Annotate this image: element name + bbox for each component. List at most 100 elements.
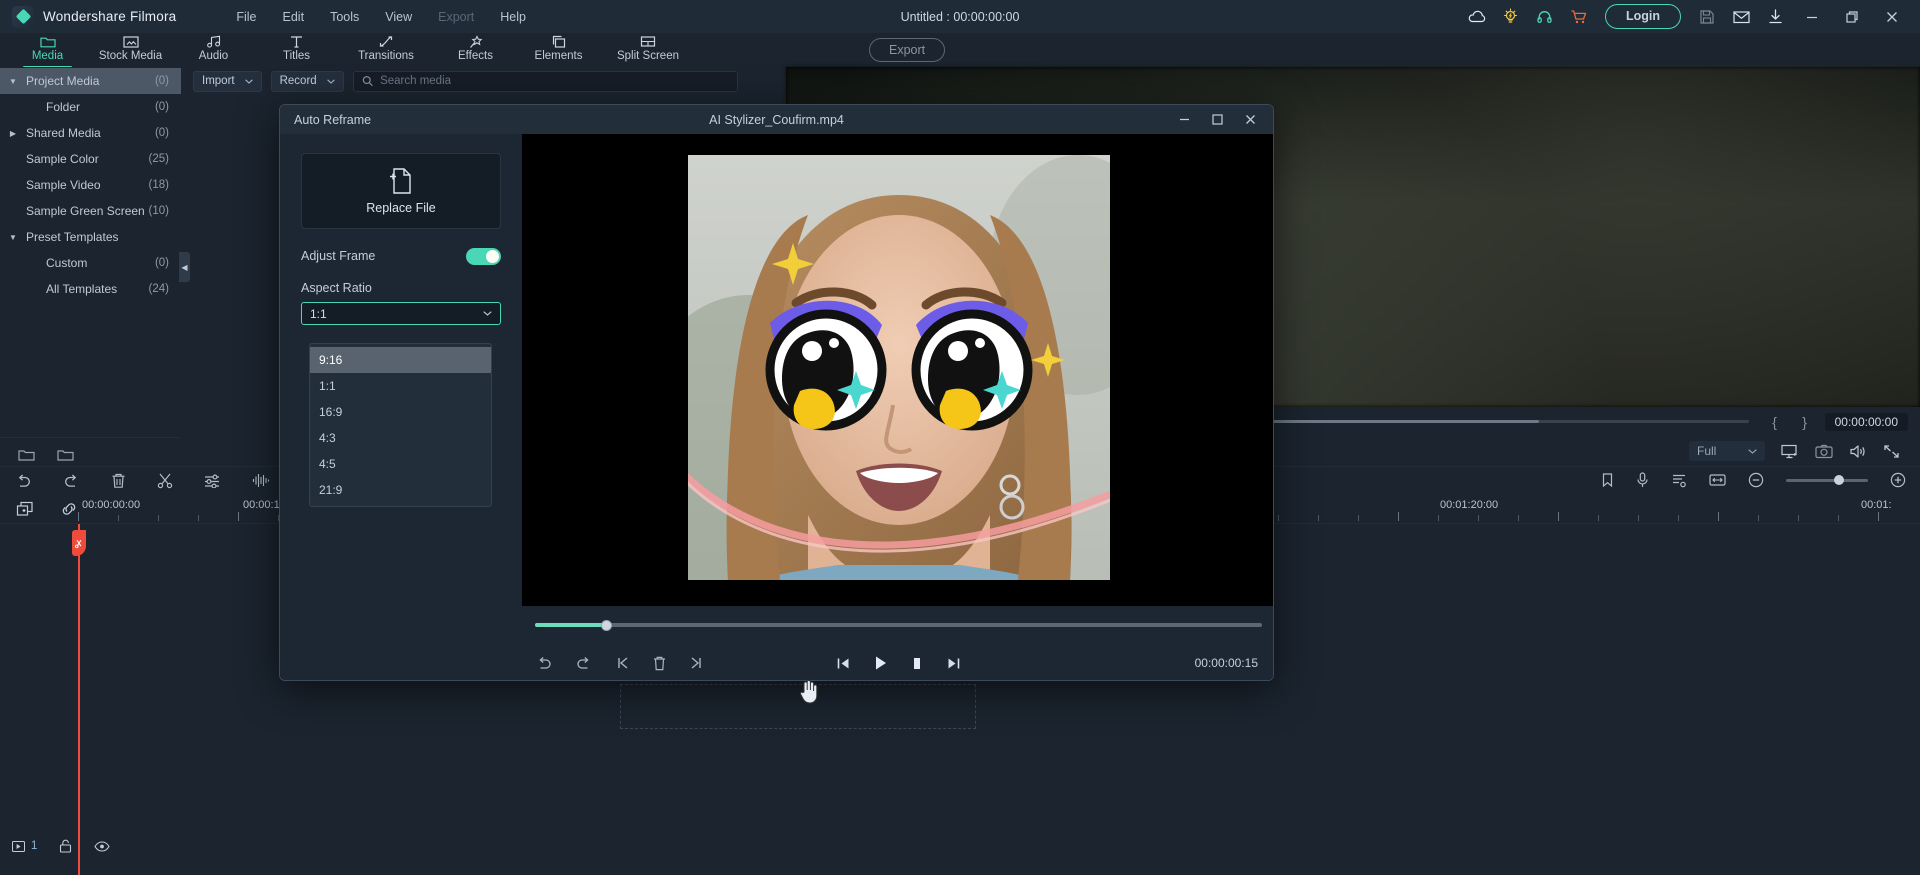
aspect-ratio-dropdown-menu[interactable]: 9:16 1:1 16:9 4:3 4:5 21:9: [309, 343, 492, 507]
chevron-down-icon: [244, 78, 253, 84]
timeline-zoom-slider[interactable]: [1786, 475, 1868, 485]
tab-stock-media[interactable]: Stock Media: [89, 33, 172, 67]
headset-icon[interactable]: [1528, 0, 1562, 33]
aspect-option-4-5[interactable]: 4:5: [310, 451, 491, 477]
mark-out-icon[interactable]: }: [1795, 414, 1815, 430]
aspect-option-1-1[interactable]: 1:1: [310, 373, 491, 399]
split-scissors-icon[interactable]: [157, 473, 173, 489]
mic-icon[interactable]: [1636, 472, 1649, 488]
sidebar-item-folder[interactable]: Folder (0): [0, 94, 181, 120]
magic-wand-icon: [468, 34, 484, 49]
sidebar-item-all-templates[interactable]: All Templates (24): [0, 276, 181, 302]
import-button[interactable]: Import: [193, 70, 262, 92]
adjust-frame-toggle[interactable]: [466, 247, 501, 265]
eye-icon[interactable]: [94, 840, 111, 852]
cart-icon[interactable]: [1562, 0, 1596, 33]
menu-view[interactable]: View: [372, 6, 425, 28]
preview-quality-select[interactable]: Full: [1689, 441, 1765, 461]
volume-icon[interactable]: [1849, 444, 1867, 459]
dialog-playback-controls: [522, 644, 1273, 680]
download-icon[interactable]: [1758, 0, 1792, 33]
add-track-icon[interactable]: [16, 501, 34, 517]
sidebar-collapse-handle[interactable]: ◀: [179, 252, 190, 282]
sidebar-item-count: (0): [154, 75, 169, 87]
open-folder-icon[interactable]: [57, 448, 74, 462]
zoom-slider-knob[interactable]: [1834, 475, 1844, 485]
search-media-field[interactable]: [352, 70, 738, 92]
tab-effects[interactable]: Effects: [434, 33, 517, 67]
lightbulb-icon[interactable]: [1494, 0, 1528, 33]
mark-in-icon[interactable]: {: [1765, 414, 1785, 430]
export-button[interactable]: Export: [869, 38, 946, 62]
audio-waveform-icon[interactable]: [252, 473, 270, 488]
sidebar-item-shared-media[interactable]: ▶ Shared Media (0): [0, 120, 181, 146]
stop-icon[interactable]: [910, 656, 924, 671]
dialog-body: Replace File Adjust Frame Aspect Ratio 1…: [280, 134, 1273, 680]
record-button[interactable]: Record: [270, 70, 344, 92]
filmora-logo-icon: [12, 5, 34, 28]
unlock-icon[interactable]: [59, 839, 72, 853]
tab-media[interactable]: Media: [6, 33, 89, 68]
chevron-right-icon[interactable]: ▶: [0, 129, 26, 138]
tab-split-screen[interactable]: Split Screen: [600, 33, 696, 67]
mail-icon[interactable]: [1724, 0, 1758, 33]
aspect-option-4-3[interactable]: 4:3: [310, 425, 491, 451]
sidebar-item-sample-video[interactable]: Sample Video (18): [0, 172, 181, 198]
tab-elements[interactable]: Elements: [517, 33, 600, 67]
zoom-out-icon[interactable]: [1748, 472, 1764, 488]
aspect-option-21-9[interactable]: 21:9: [310, 477, 491, 503]
sidebar-item-sample-color[interactable]: Sample Color (25): [0, 146, 181, 172]
sidebar-item-preset-templates[interactable]: ▼ Preset Templates: [0, 224, 181, 250]
aspect-option-16-9[interactable]: 16:9: [310, 399, 491, 425]
playhead-handle[interactable]: [72, 530, 86, 556]
delete-icon[interactable]: [111, 473, 126, 489]
dialog-minimize-button[interactable]: [1168, 105, 1201, 134]
play-icon[interactable]: [873, 655, 888, 671]
aspect-option-9-16[interactable]: 9:16: [310, 347, 491, 373]
crop-frame[interactable]: [687, 155, 1110, 580]
login-button[interactable]: Login: [1604, 4, 1681, 29]
new-folder-icon[interactable]: [18, 448, 35, 462]
aspect-ratio-select[interactable]: 1:1: [301, 302, 501, 325]
dialog-progress-track[interactable]: [535, 619, 1262, 631]
auto-beat-icon[interactable]: [1671, 473, 1687, 488]
fullscreen-icon[interactable]: [1883, 444, 1900, 459]
window-maximize-button[interactable]: [1832, 0, 1872, 33]
redo-icon[interactable]: [63, 474, 80, 488]
marker-icon[interactable]: [1601, 472, 1614, 488]
aspect-ratio-label: Aspect Ratio: [301, 281, 372, 295]
replace-file-button[interactable]: Replace File: [301, 153, 501, 229]
snapshot-camera-icon[interactable]: [1815, 444, 1833, 459]
sidebar-item-count: (18): [148, 179, 169, 191]
window-minimize-button[interactable]: [1792, 0, 1832, 33]
dialog-progress-knob[interactable]: [601, 619, 612, 631]
step-forward-icon[interactable]: [946, 656, 961, 671]
dialog-close-button[interactable]: [1234, 105, 1267, 134]
zoom-in-icon[interactable]: [1890, 472, 1906, 488]
chevron-down-icon[interactable]: ▼: [0, 77, 26, 86]
menu-file[interactable]: File: [223, 6, 269, 28]
link-icon[interactable]: [60, 501, 78, 517]
sidebar-item-custom[interactable]: Custom (0): [0, 250, 181, 276]
tab-split-screen-label: Split Screen: [616, 50, 679, 62]
save-icon[interactable]: [1690, 0, 1724, 33]
cloud-icon[interactable]: [1460, 0, 1494, 33]
adjust-sliders-icon[interactable]: [204, 474, 221, 488]
fit-timeline-icon[interactable]: [1709, 473, 1726, 487]
chevron-down-icon[interactable]: ▼: [0, 233, 26, 242]
window-close-button[interactable]: [1872, 0, 1912, 33]
search-input[interactable]: [380, 75, 729, 87]
sidebar-item-project-media[interactable]: ▼ Project Media (0): [0, 68, 181, 94]
menu-tools[interactable]: Tools: [317, 6, 372, 28]
dialog-maximize-button[interactable]: [1201, 105, 1234, 134]
sidebar-item-sample-green-screen[interactable]: Sample Green Screen (10): [0, 198, 181, 224]
menu-edit[interactable]: Edit: [270, 6, 318, 28]
menu-help[interactable]: Help: [487, 6, 539, 28]
undo-icon[interactable]: [15, 474, 32, 488]
screen-icon[interactable]: [1781, 444, 1799, 459]
tab-titles[interactable]: Titles: [255, 33, 338, 67]
step-backward-icon[interactable]: [836, 656, 851, 671]
tab-audio[interactable]: Audio: [172, 33, 255, 67]
tab-transitions[interactable]: Transitions: [338, 33, 434, 67]
sidebar-item-count: (0): [154, 257, 169, 269]
